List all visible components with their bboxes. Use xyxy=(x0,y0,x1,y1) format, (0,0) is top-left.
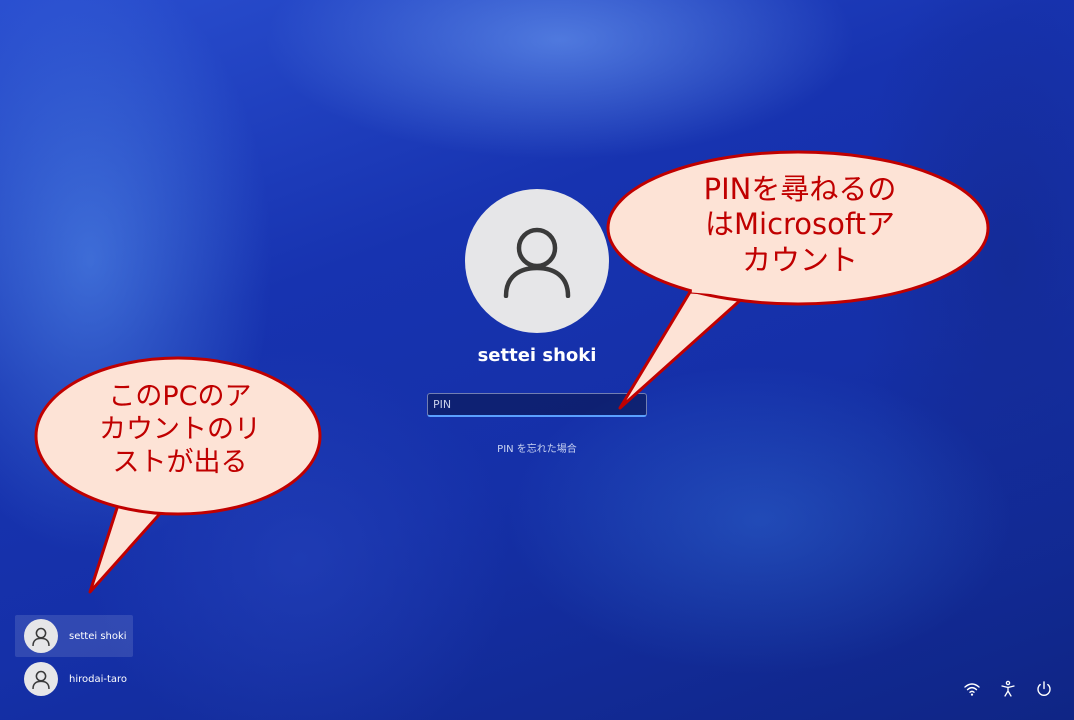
user-icon xyxy=(32,627,50,646)
account-item-settei-shoki[interactable]: settei shoki xyxy=(15,615,133,657)
user-icon xyxy=(32,670,50,689)
callout-right-text: PINを尋ねるの はMicrosoftア カウント xyxy=(660,172,940,278)
callout-left-line: このPCのア xyxy=(108,381,252,412)
account-avatar xyxy=(24,619,58,653)
callout-right-line: はMicrosoftア xyxy=(705,207,895,242)
account-name: settei shoki xyxy=(69,630,127,642)
callout-bubbles xyxy=(34,150,990,594)
account-avatar xyxy=(24,662,58,696)
callout-left-text: このPCのア カウントのリ ストが出る xyxy=(70,381,290,480)
accessibility-icon[interactable] xyxy=(999,680,1017,698)
power-icon[interactable] xyxy=(1035,680,1053,698)
account-item-hirodai-taro[interactable]: hirodai-taro xyxy=(15,658,133,700)
callout-right-line: PINを尋ねるの xyxy=(703,172,897,206)
account-name: hirodai-taro xyxy=(69,673,128,685)
callout-left-line: カウントのリ xyxy=(99,413,261,445)
wifi-icon[interactable] xyxy=(963,680,981,698)
callout-left-line: ストが出る xyxy=(112,446,248,478)
callout-right-line: カウント xyxy=(741,242,858,277)
